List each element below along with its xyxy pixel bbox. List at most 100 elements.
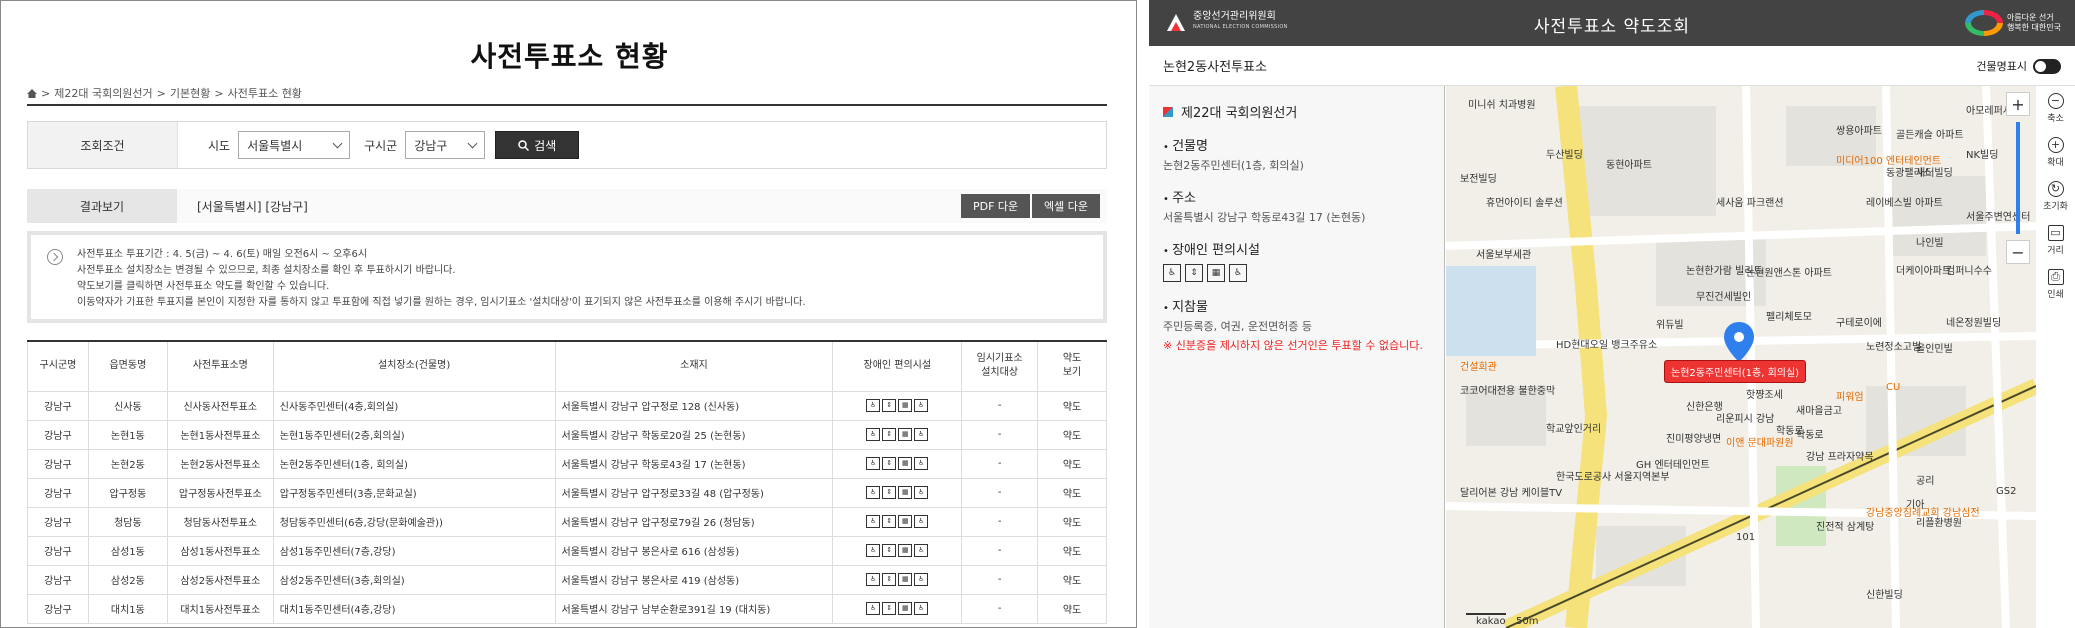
elevator-icon: ⇕ [882,399,897,412]
station-name-cell: 신사동사전투표소 [166,390,274,421]
map-link[interactable]: 약도 [1037,506,1107,537]
zoom-slider[interactable] [2016,122,2020,234]
slogan-logo-icon [1964,10,2003,36]
zoom-in-button[interactable]: + [2006,92,2030,116]
map-tools: − 축소 + 확대 ↻ 초기화 ▭ 거리 ⎙ 인쇄 [2036,86,2075,628]
map-label: 리운피시 강남 [1716,414,1775,425]
elevator-icon: ⇕ [882,573,897,586]
facility-heading: 장애인 편의시설 [1163,239,1430,258]
station-name-cell: 삼성1동사전투표소 [166,535,274,566]
location-cell: 대치1동주민센터(4층,강당) [272,593,556,624]
map-canvas[interactable]: 논현2동주민센터(1층, 회의실) 미니쉬 치과병원 두산빌딩 동현아파트 쌍용아파트… [1446,86,2036,628]
accessible-toilet-icon: ▦ [898,428,913,441]
station-name-cell: 청담동사전투표소 [166,506,274,537]
home-icon[interactable] [27,88,37,98]
notice-line: 사전투표소 설치장소는 변경될 수 있으므로, 최종 설치장소를 확인 후 투표… [77,265,456,276]
zoom-in-tool[interactable]: + 확대 [2036,130,2075,174]
table-row: 강남구 청담동 청담동사전투표소 청담동주민센터(6층,강당(문화예술관)) 서울특별시… [27,506,1107,537]
place-name: 논현2동사전투표소 [1163,60,1267,75]
election-icon [1163,106,1173,117]
map-label: 진미평양냉면 [1666,434,1722,445]
elevator-icon: ⇕ [882,515,897,528]
location-cell: 논현2동주민센터(1층, 회의실) [272,448,556,479]
pin-label[interactable]: 논현2동주민센터(1층, 회의실) [1664,360,1807,383]
dong-cell: 신사동 [87,390,168,421]
map-link[interactable]: 약도 [1037,593,1107,624]
map-label: GS2 [1996,486,2017,497]
reset-tool[interactable]: ↻ 초기화 [2036,174,2075,218]
location-cell: 압구정동주민센터(3층,문화교실) [272,477,556,508]
map-link[interactable]: 약도 [1037,477,1107,508]
map-label: 휴먼아이티 솔루션 [1486,198,1563,209]
station-name-cell: 논현2동사전투표소 [166,448,274,479]
slogan: 아름다운 선거 행복한 대한민국 [1964,10,2061,36]
accessible-toilet-icon: ▦ [898,515,913,528]
wheelchair-icon: ♿ [866,428,881,441]
gusigun-select[interactable]: 강남구 [405,131,486,159]
table-row: 강남구 압구정동 압구정동사전투표소 압구정동주민센터(3층,문화교실) 서울특별시 강… [27,477,1107,508]
station-name-cell: 삼성2동사전투표소 [166,564,274,595]
map-label: 새마을금고 [1796,406,1842,417]
column-header: 사전투표소명 [166,341,274,392]
temp-booth-cell: - [961,506,1039,537]
facility-cell: ♿ ⇕ ▦ ♿ [832,593,963,624]
wheelchair-ramp-icon: ♿ [914,515,929,528]
location-cell: 청담동주민센터(6층,강당(문화예술관)) [272,506,556,537]
sido-select[interactable]: 서울특별시 [238,131,351,159]
column-header: 약도 보기 [1037,341,1107,392]
location-cell: 삼성2동주민센터(3층,회의실) [272,564,556,595]
search-label: 조회조건 [28,122,178,168]
address-cell: 서울특별시 강남구 압구정로 128 (신사동) [554,390,834,421]
elevator-icon: ⇕ [882,602,897,615]
column-header: 소재지 [554,341,834,392]
print-tool[interactable]: ⎙ 인쇄 [2036,262,2075,306]
district-cell: 강남구 [27,419,89,450]
map-label: 골든캐슬 아파트 [1896,130,1964,141]
zoom-out-tool[interactable]: − 축소 [2036,86,2075,130]
temp-booth-cell: - [961,477,1039,508]
map-label: 핫쨩조세 [1746,390,1783,401]
accessible-toilet-icon: ▦ [898,399,913,412]
temp-booth-cell: - [961,535,1039,566]
map-link[interactable]: 약도 [1037,535,1107,566]
minus-circle-icon: − [2047,92,2064,109]
result-label: 결과보기 [27,189,177,223]
notice-line: 약도보기를 클릭하면 사전투표소 약도를 확인할 수 있습니다. [77,281,330,292]
station-name-cell: 압구정동사전투표소 [166,477,274,508]
wheelchair-icon: ♿ [866,399,881,412]
zoom-out-button[interactable]: − [2006,240,2030,264]
elevator-icon: ⇕ [882,428,897,441]
breadcrumb-item[interactable]: 기본현황 [170,85,210,101]
map-link[interactable]: 약도 [1037,419,1107,450]
breadcrumb-item[interactable]: 사전투표소 현황 [228,85,302,101]
map-label: 리플환병원 [1916,518,1962,529]
location-cell: 신사동주민센터(4층,회의실) [272,390,556,421]
search-button[interactable]: 검색 [495,131,580,159]
district-cell: 강남구 [27,506,89,537]
column-header: 설치장소(건물명) [272,341,556,392]
map-label: 달리어본 강남 케이블TV [1460,488,1563,499]
accessible-toilet-icon: ▦ [898,544,913,557]
column-header: 구시군명 [27,341,89,392]
pdf-download-button[interactable]: PDF 다운 [961,194,1031,218]
wheelchair-ramp-icon: ♿ [914,457,929,470]
map-link[interactable]: 약도 [1037,390,1107,421]
wheelchair-icon: ♿ [866,457,881,470]
map-label: 위듀빌 [1656,320,1684,331]
building-name-toggle[interactable] [2033,58,2061,74]
wheelchair-icon: ♿ [866,602,881,615]
distance-tool[interactable]: ▭ 거리 [2036,218,2075,262]
map-link[interactable]: 약도 [1037,564,1107,595]
voting-station-list-panel: 사전투표소 현황 > 제22대 국회의원선거 > 기본현황 > 사전투표소 현황… [0,0,1137,628]
wheelchair-icon: ♿ [866,573,881,586]
map-label: 공리 [1916,476,1935,487]
map-link[interactable]: 약도 [1037,448,1107,479]
temp-booth-cell: - [961,448,1039,479]
map-label: 노련정소고빌 [1866,342,1922,353]
excel-download-button[interactable]: 엑셀 다운 [1032,194,1100,218]
map-label: HD현대오일 뱅크주유소 [1556,340,1658,351]
wheelchair-ramp-icon: ♿ [914,428,929,441]
elevator-icon: ⇕ [882,544,897,557]
breadcrumb-item[interactable]: 제22대 국회의원선거 [54,85,152,101]
search-icon [518,139,530,151]
